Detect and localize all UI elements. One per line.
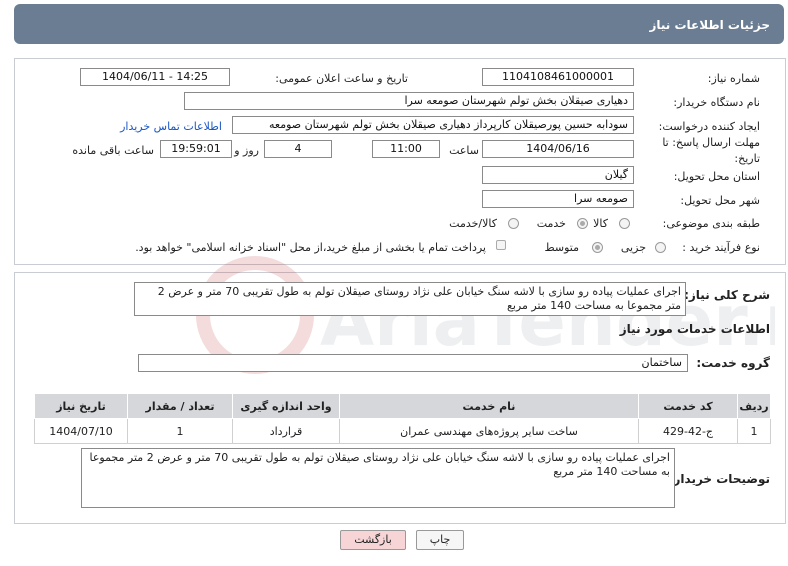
city-field[interactable]: صومعه سرا [482,190,634,208]
col-service-name: نام خدمت [339,393,639,419]
remaining-days-field[interactable]: 4 [264,140,332,158]
treasury-payment-checkbox[interactable] [496,240,506,250]
page-header: جزئیات اطلاعات نیاز [14,4,784,44]
remaining-label: ساعت باقی مانده [72,144,154,157]
need-number-label: شماره نیاز: [707,72,760,85]
summary-label: شرح کلی نیاز: [684,288,770,302]
services-table: ردیف کد خدمت نام خدمت واحد اندازه گیری ت… [34,393,771,444]
back-button[interactable]: بازگشت [340,530,406,550]
summary-textarea[interactable]: اجرای عملیات پیاده رو سازی با لاشه سنگ خ… [134,282,686,316]
print-button[interactable]: چاپ [416,530,464,550]
buyer-notes-label: توضیحات خریدار: [668,472,770,486]
cell-service-code: ج-42-429 [638,418,738,444]
category-radio-goods-service[interactable] [508,218,519,229]
col-quantity: تعداد / مقدار [127,393,233,419]
services-table-header: ردیف کد خدمت نام خدمت واحد اندازه گیری ت… [34,393,771,419]
cell-unit: قرارداد [232,418,340,444]
col-row-number: ردیف [737,393,771,419]
col-service-code: کد خدمت [638,393,738,419]
creator-field[interactable]: سودابه حسین پورصیقلان کارپرداز دهیاری صی… [232,116,634,134]
province-field[interactable]: گیلان [482,166,634,184]
purchase-option-medium: متوسط [544,241,579,254]
category-radio-service[interactable] [577,218,588,229]
deadline-date-field[interactable]: 1404/06/16 [482,140,634,158]
purchase-radio-medium[interactable] [592,242,603,253]
table-row[interactable]: 1 ج-42-429 ساخت سایر پروژه‌های مهندسی عم… [34,418,771,444]
deadline-time-label: ساعت [449,144,479,157]
category-option-service: خدمت [536,217,566,230]
purchase-radio-minor[interactable] [655,242,666,253]
cell-quantity: 1 [127,418,233,444]
announce-datetime-label: تاریخ و ساعت اعلان عمومی: [275,72,408,85]
deadline-time-field[interactable]: 11:00 [372,140,440,158]
province-label: استان محل تحویل: [673,170,760,183]
cell-row-number: 1 [737,418,771,444]
buyer-org-field[interactable]: دهیاری صیقلان بخش تولم شهرستان صومعه سرا [184,92,634,110]
services-section-title: اطلاعات خدمات مورد نیاز [619,322,770,336]
deadline-label-line1: مهلت ارسال پاسخ: تا [662,136,760,149]
category-option-goods-service: کالا/خدمت [449,217,497,230]
category-option-goods: کالا [593,217,608,230]
deadline-label-line2: تاریخ: [734,152,760,165]
creator-label: ایجاد کننده درخواست: [658,120,760,133]
city-label: شهر محل تحویل: [680,194,760,207]
category-radio-goods[interactable] [619,218,630,229]
announce-datetime-field[interactable]: 1404/06/11 - 14:25 [80,68,230,86]
need-details-panel [14,58,786,265]
page-title: جزئیات اطلاعات نیاز [649,18,770,32]
buyer-notes-textarea[interactable]: اجرای عملیات پیاده رو سازی با لاشه سنگ خ… [81,448,675,508]
purchase-type-label: نوع فرآیند خرید : [682,241,760,254]
days-label: روز و [234,144,259,157]
category-label: طبقه بندی موضوعی: [662,217,760,230]
buyer-org-label: نام دستگاه خریدار: [673,96,760,109]
treasury-payment-note: پرداخت تمام یا بخشی از مبلغ خرید،از محل … [135,241,486,254]
cell-service-name: ساخت سایر پروژه‌های مهندسی عمران [339,418,639,444]
col-unit: واحد اندازه گیری [232,393,340,419]
cell-need-date: 1404/07/10 [34,418,128,444]
purchase-option-minor: جزیی [620,241,646,254]
service-group-label: گروه خدمت: [696,356,770,370]
buyer-contact-link[interactable]: اطلاعات تماس خریدار [120,120,222,133]
service-group-field[interactable]: ساختمان [138,354,688,372]
remaining-time-field[interactable]: 19:59:01 [160,140,232,158]
col-need-date: تاریخ نیاز [34,393,128,419]
need-number-field[interactable]: 1104108461000001 [482,68,634,86]
